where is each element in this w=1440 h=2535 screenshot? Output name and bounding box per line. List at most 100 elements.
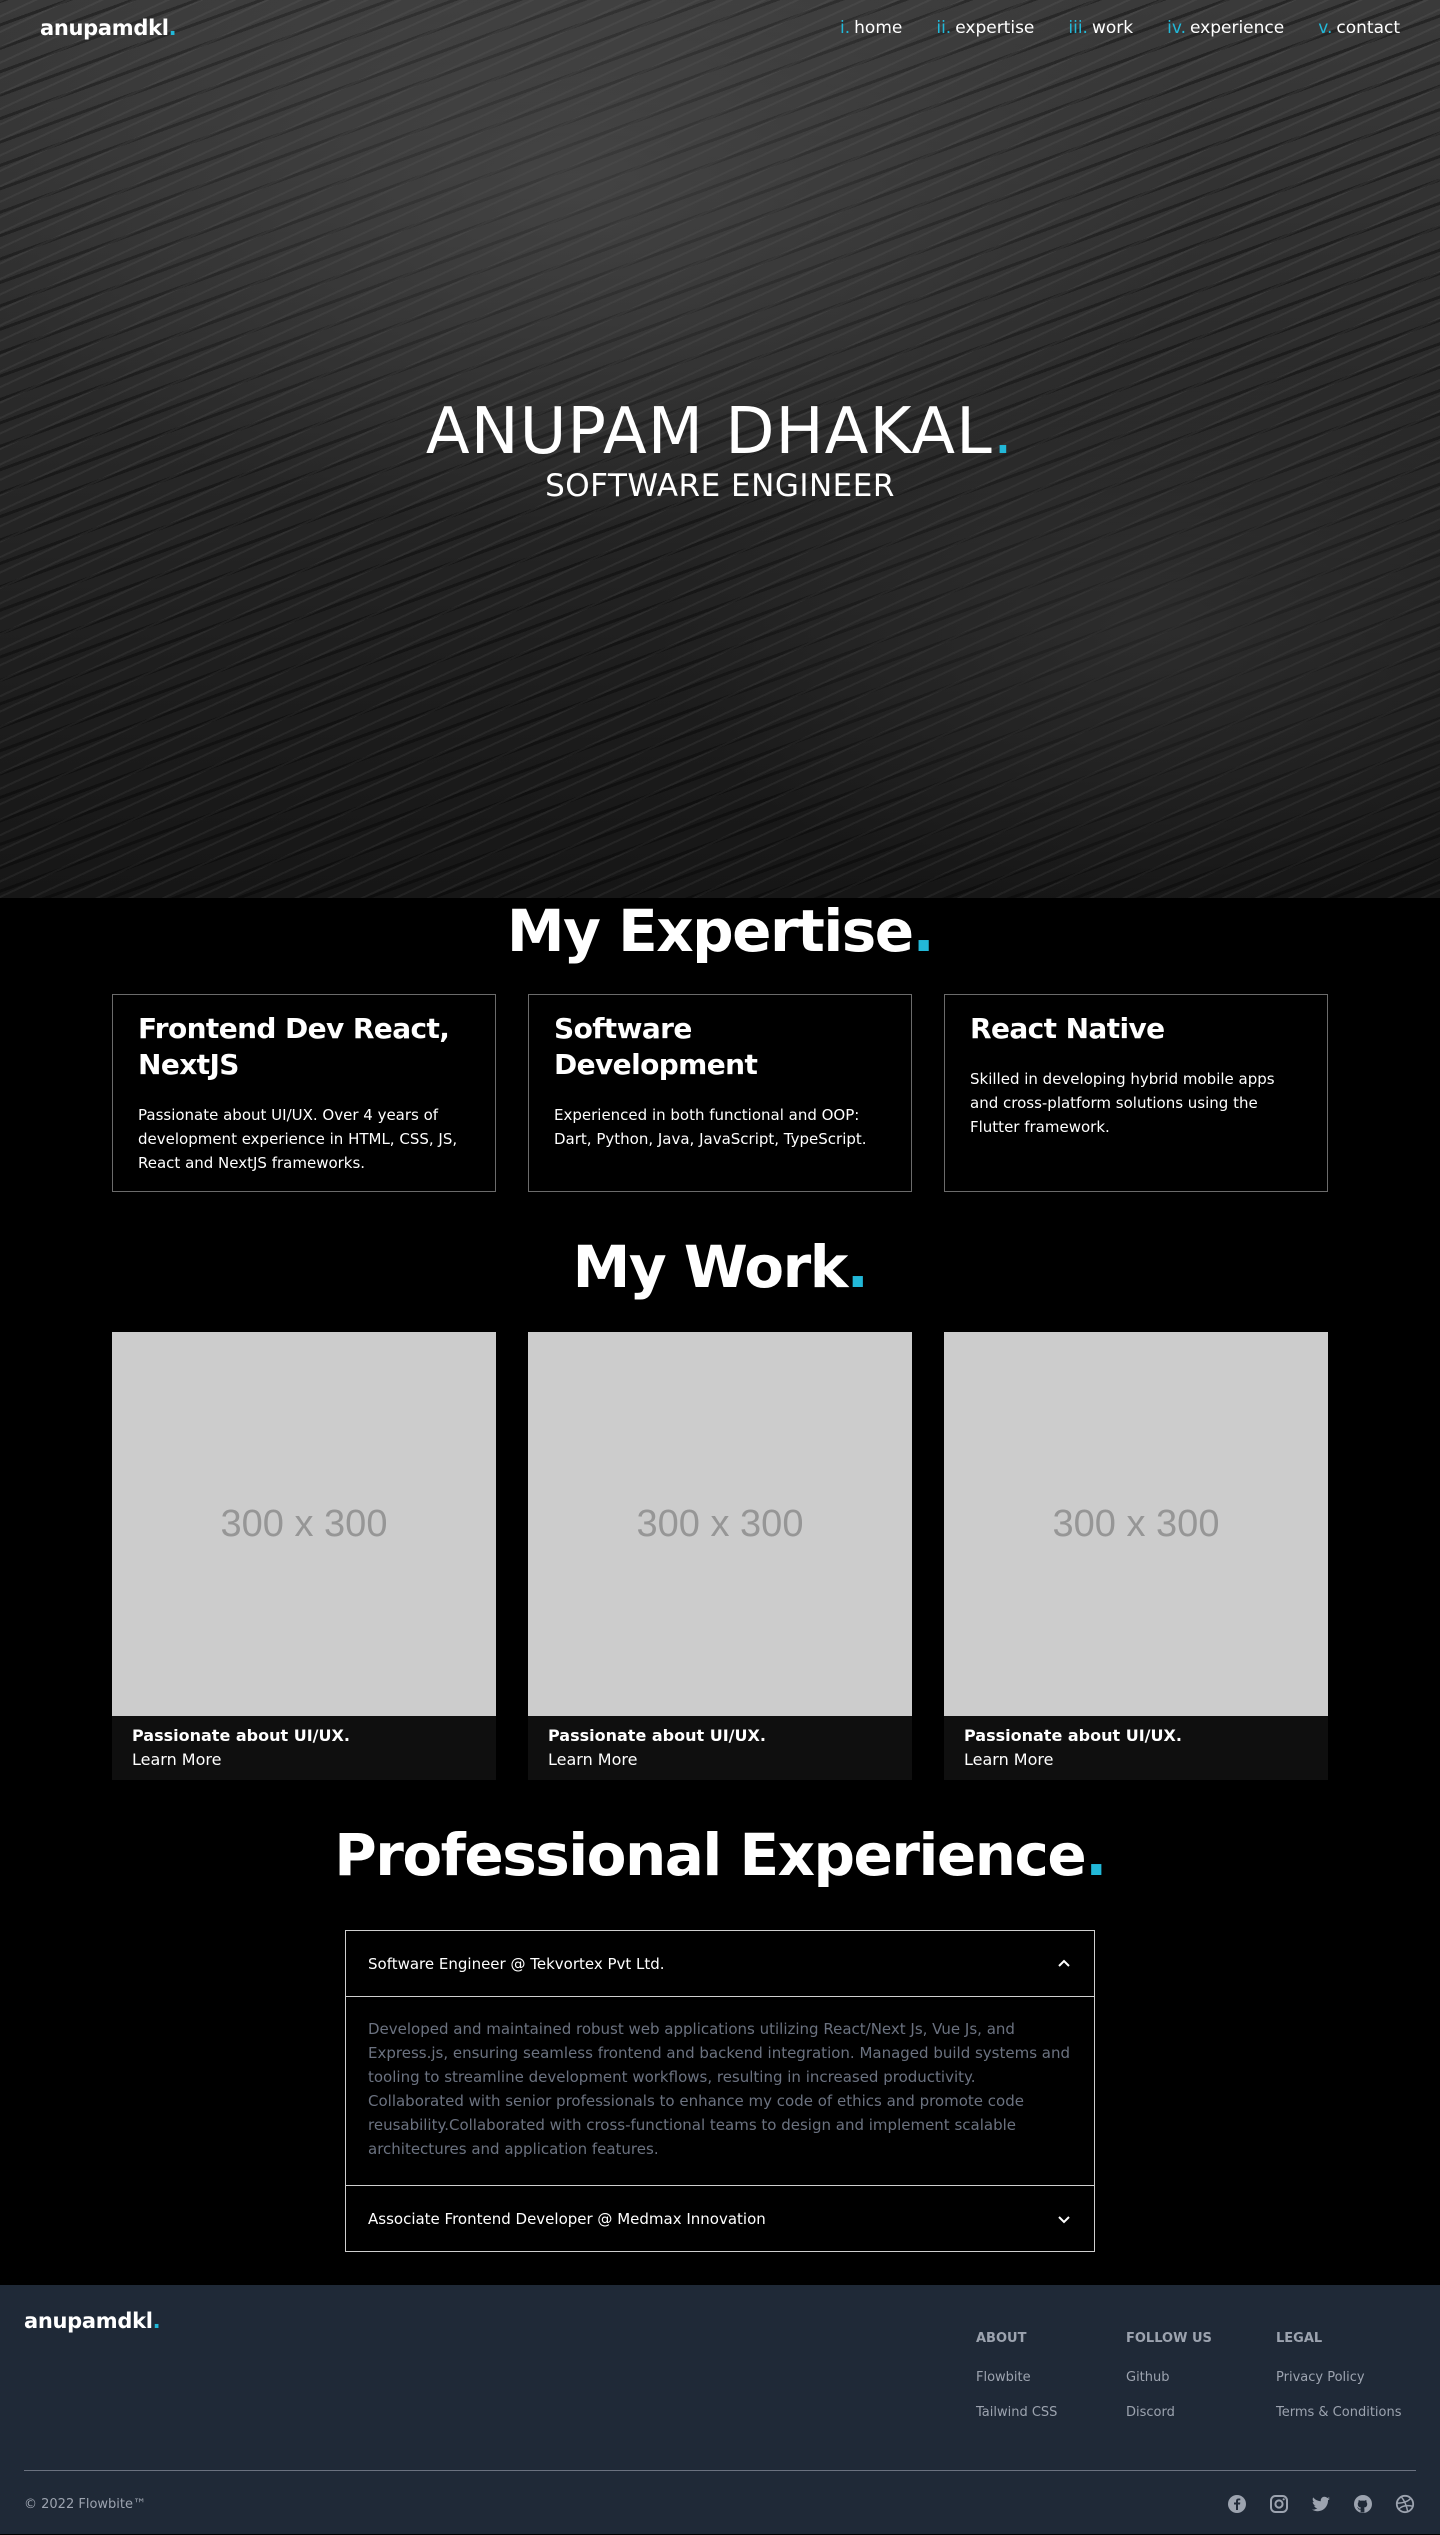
nav-link-home[interactable]: i. home	[840, 18, 902, 38]
logo-dot: .	[168, 16, 177, 40]
footer-col-legal: LEGAL Privacy Policy Terms & Conditions	[1276, 2309, 1416, 2470]
footer-logo[interactable]: anupamdkl.	[24, 2309, 161, 2470]
footer-link-github[interactable]: Github	[1126, 2370, 1276, 2385]
section-title-text: My Expertise	[506, 897, 914, 965]
learn-more-link[interactable]: Learn More	[132, 1748, 476, 1772]
work-cards: 300 x 300 Passionate about UI/UX. Learn …	[112, 1332, 1328, 1780]
nav-link-contact[interactable]: v. contact	[1318, 18, 1400, 38]
section-title-dot: .	[1085, 1821, 1107, 1889]
site-logo[interactable]: anupamdkl.	[40, 16, 177, 40]
expertise-card-title: Frontend Dev React, NextJS	[138, 1012, 450, 1081]
nav-link-label: work	[1091, 18, 1134, 38]
accordion-header-label: Software Engineer @ Tekvortex Pvt Ltd.	[368, 1954, 665, 1973]
work-card: 300 x 300 Passionate about UI/UX. Learn …	[112, 1332, 496, 1780]
accordion-header-tekvortex[interactable]: Software Engineer @ Tekvortex Pvt Ltd.	[346, 1931, 1094, 1996]
hero-text: ANUPAM DHAKAL. SOFTWARE ENGINEER	[0, 392, 1440, 504]
chevron-down-icon	[1058, 2215, 1070, 2223]
nav-link-label: home	[854, 18, 903, 38]
footer-col-heading: LEGAL	[1276, 2331, 1323, 2346]
accordion-header-label: Associate Frontend Developer @ Medmax In…	[368, 2209, 766, 2228]
placeholder-label: 300 x 300	[220, 1502, 388, 1545]
work-card: 300 x 300 Passionate about UI/UX. Learn …	[944, 1332, 1328, 1780]
experience-section: Professional Experience. Software Engine…	[0, 1780, 1440, 2252]
section-title-text: Professional Experience	[334, 1821, 1087, 1889]
work-title: My Work.	[0, 1192, 1440, 1332]
footer-col-heading: FOLLOW US	[1126, 2331, 1212, 2346]
logo-text: anupamdkl	[40, 16, 169, 40]
top-nav: anupamdkl. i. home ii. expertise iii. work …	[0, 0, 1440, 56]
footer-link-flowbite[interactable]: Flowbite	[976, 2370, 1126, 2385]
expertise-card-title: React Native	[970, 1012, 1165, 1045]
work-image-placeholder: 300 x 300	[528, 1332, 912, 1716]
expertise-card-title: Software Development	[554, 1012, 758, 1081]
accordion-header-medmax[interactable]: Associate Frontend Developer @ Medmax In…	[346, 2186, 1094, 2251]
nav-link-number: iv.	[1167, 18, 1186, 38]
nav-link-number: i.	[840, 18, 851, 38]
instagram-icon[interactable]	[1268, 2493, 1290, 2515]
nav-link-number: v.	[1318, 18, 1333, 38]
work-card-body: Passionate about UI/UX. Learn More	[944, 1716, 1328, 1780]
copyright-text: © 2022 Flowbite™	[24, 2496, 146, 2512]
footer-top: anupamdkl. ABOUT Flowbite Tailwind CSS F…	[24, 2309, 1416, 2471]
expertise-card-text: Skilled in developing hybrid mobile apps…	[970, 1070, 1275, 1136]
placeholder-label: 300 x 300	[1052, 1502, 1220, 1545]
work-card-body: Passionate about UI/UX. Learn More	[112, 1716, 496, 1780]
expertise-cards: Frontend Dev React, NextJS Passionate ab…	[112, 994, 1328, 1192]
expertise-title: My Expertise.	[0, 898, 1440, 994]
work-card: 300 x 300 Passionate about UI/UX. Learn …	[528, 1332, 912, 1780]
section-title-text: My Work	[572, 1233, 849, 1301]
section-title-dot: .	[846, 1233, 869, 1301]
footer-col-about: ABOUT Flowbite Tailwind CSS	[976, 2309, 1126, 2470]
nav-link-label: experience	[1189, 18, 1285, 38]
nav-link-work[interactable]: iii. work	[1068, 18, 1133, 38]
section-title-dot: .	[912, 897, 935, 965]
facebook-icon[interactable]	[1226, 2493, 1248, 2515]
expertise-card-text: Experienced in both functional and OOP: …	[554, 1106, 867, 1148]
footer-link-tailwind[interactable]: Tailwind CSS	[976, 2405, 1126, 2420]
expertise-card: Software Development Experienced in both…	[528, 994, 912, 1192]
accordion-body-tekvortex: Developed and maintained robust web appl…	[346, 1996, 1094, 2186]
dribbble-icon[interactable]	[1394, 2493, 1416, 2515]
nav-links: i. home ii. expertise iii. work iv. experien…	[840, 18, 1400, 38]
work-image-placeholder: 300 x 300	[112, 1332, 496, 1716]
placeholder-label: 300 x 300	[636, 1502, 804, 1545]
nav-link-number: iii.	[1068, 18, 1088, 38]
footer-col-follow: FOLLOW US Github Discord	[1126, 2309, 1276, 2470]
chevron-up-icon	[1058, 1959, 1070, 1967]
work-section: My Work. 300 x 300 Passionate about UI/U…	[0, 1192, 1440, 1780]
learn-more-link[interactable]: Learn More	[964, 1748, 1308, 1772]
work-image-placeholder: 300 x 300	[944, 1332, 1328, 1716]
work-card-body: Passionate about UI/UX. Learn More	[528, 1716, 912, 1780]
expertise-section: My Expertise. Frontend Dev React, NextJS…	[0, 898, 1440, 1192]
hero-name-dot: .	[992, 395, 1015, 469]
hero-role: SOFTWARE ENGINEER	[545, 468, 895, 504]
twitter-icon[interactable]	[1310, 2493, 1332, 2515]
footer-link-terms[interactable]: Terms & Conditions	[1276, 2405, 1416, 2420]
hero-name: ANUPAM DHAKAL.	[0, 392, 1440, 472]
github-icon[interactable]	[1352, 2493, 1374, 2515]
nav-link-experience[interactable]: iv. experience	[1167, 18, 1284, 38]
footer-bottom: © 2022 Flowbite™	[24, 2471, 1416, 2535]
work-card-title: Passionate about UI/UX.	[548, 1726, 766, 1745]
experience-title: Professional Experience.	[0, 1780, 1440, 1930]
expertise-card-text: Passionate about UI/UX. Over 4 years of …	[138, 1106, 458, 1172]
hero-section: anupamdkl. i. home ii. expertise iii. work …	[0, 0, 1440, 898]
social-links	[1226, 2493, 1416, 2515]
footer-col-heading: ABOUT	[976, 2331, 1027, 2346]
experience-accordion: Software Engineer @ Tekvortex Pvt Ltd. D…	[345, 1930, 1095, 2252]
logo-dot: .	[152, 2309, 161, 2333]
footer-link-discord[interactable]: Discord	[1126, 2405, 1276, 2420]
expertise-card: Frontend Dev React, NextJS Passionate ab…	[112, 994, 496, 1192]
hero-name-text: ANUPAM DHAKAL	[425, 395, 993, 469]
nav-link-expertise[interactable]: ii. expertise	[936, 18, 1034, 38]
nav-link-label: expertise	[955, 18, 1035, 38]
footer-columns: ABOUT Flowbite Tailwind CSS FOLLOW US Gi…	[976, 2309, 1416, 2470]
footer-link-privacy[interactable]: Privacy Policy	[1276, 2370, 1416, 2385]
logo-text: anupamdkl	[24, 2309, 153, 2333]
nav-link-label: contact	[1336, 18, 1400, 38]
learn-more-link[interactable]: Learn More	[548, 1748, 892, 1772]
nav-link-number: ii.	[936, 18, 952, 38]
expertise-card: React Native Skilled in developing hybri…	[944, 994, 1328, 1192]
work-card-title: Passionate about UI/UX.	[132, 1726, 350, 1745]
work-card-title: Passionate about UI/UX.	[964, 1726, 1182, 1745]
